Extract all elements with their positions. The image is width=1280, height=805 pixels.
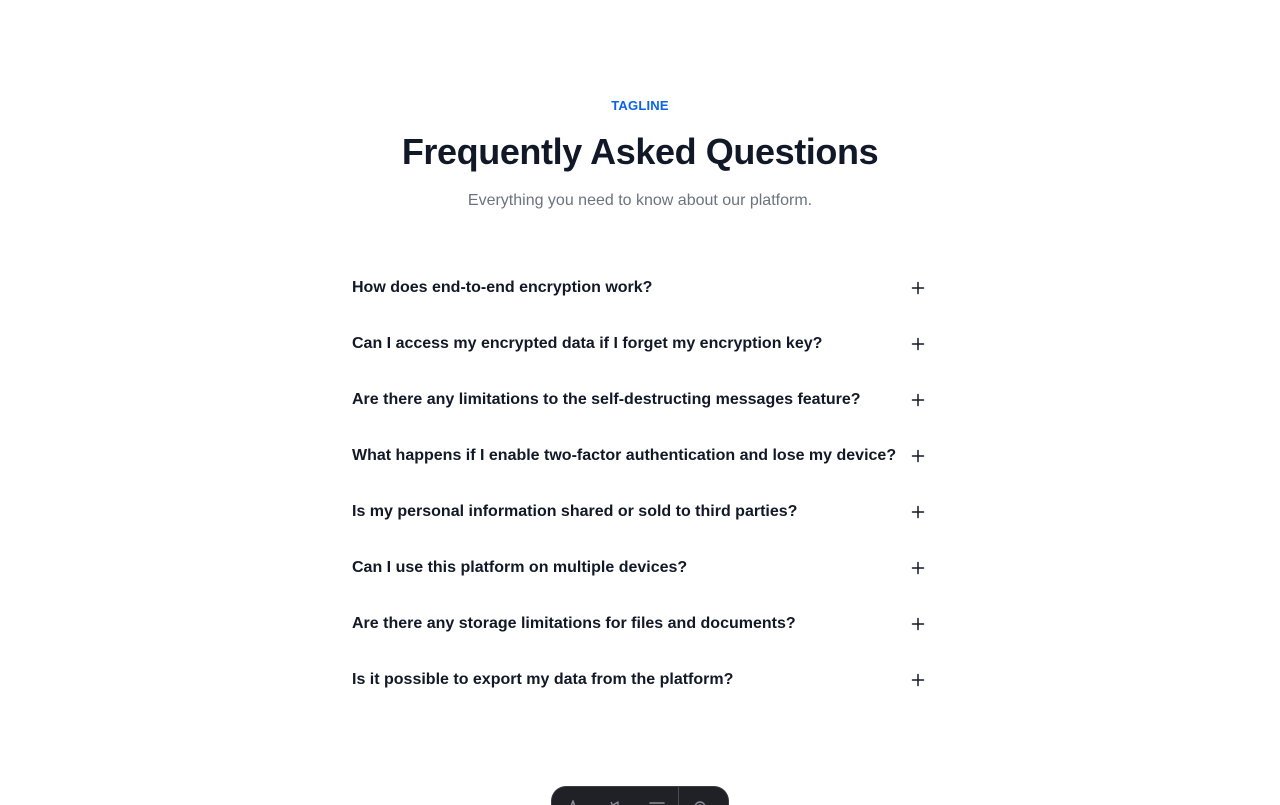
plus-icon[interactable]	[910, 336, 926, 352]
plus-icon[interactable]	[910, 280, 926, 296]
faq-item[interactable]: Can I use this platform on multiple devi…	[352, 540, 928, 596]
faq-question: Is it possible to export my data from th…	[352, 671, 734, 688]
faq-item[interactable]: Are there any limitations to the self-de…	[352, 372, 928, 428]
plus-icon[interactable]	[910, 616, 926, 632]
plus-icon[interactable]	[910, 672, 926, 688]
faq-item[interactable]: What happens if I enable two-factor auth…	[352, 428, 928, 484]
faq-question: Is my personal information shared or sol…	[352, 503, 798, 520]
faq-page: TAGLINE Frequently Asked Questions Every…	[0, 0, 1280, 805]
page-title: Frequently Asked Questions	[401, 131, 879, 172]
menu-icon[interactable]	[636, 796, 678, 805]
plus-icon[interactable]	[910, 504, 926, 520]
faq-question: Are there any limitations to the self-de…	[352, 391, 861, 408]
plus-icon[interactable]	[910, 448, 926, 464]
plus-icon[interactable]	[910, 392, 926, 408]
faq-item[interactable]: Is my personal information shared or sol…	[352, 484, 928, 540]
faq-item[interactable]: Is it possible to export my data from th…	[352, 652, 928, 708]
faq-item[interactable]: Can I access my encrypted data if I forg…	[352, 316, 928, 372]
settings-icon[interactable]	[679, 796, 721, 805]
tagline: TAGLINE	[611, 98, 669, 113]
megaphone-icon[interactable]	[594, 796, 636, 805]
faq-question: Are there any storage limitations for fi…	[352, 615, 796, 632]
page-subtitle: Everything you need to know about our pl…	[467, 192, 813, 209]
faq-item[interactable]: Are there any storage limitations for fi…	[352, 596, 928, 652]
faq-list: How does end-to-end encryption work? Can…	[352, 260, 928, 708]
faq-item[interactable]: How does end-to-end encryption work?	[352, 260, 928, 316]
faq-question: What happens if I enable two-factor auth…	[352, 447, 897, 464]
faq-question: How does end-to-end encryption work?	[352, 279, 653, 296]
floating-toolbar	[552, 787, 728, 805]
cursor-icon[interactable]	[552, 796, 594, 805]
faq-question: Can I access my encrypted data if I forg…	[352, 335, 823, 352]
faq-question: Can I use this platform on multiple devi…	[352, 559, 688, 576]
plus-icon[interactable]	[910, 560, 926, 576]
